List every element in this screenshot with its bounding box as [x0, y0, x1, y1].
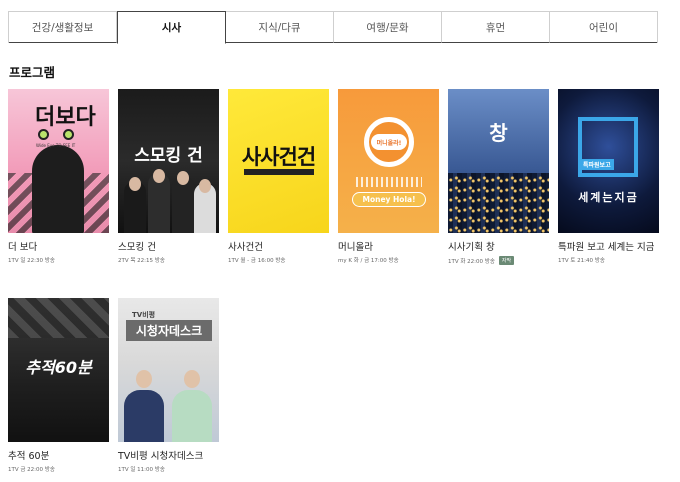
poster-subtitle: TV비평 [132, 311, 156, 319]
program-schedule: 2TV 목 22:15 방송 [118, 258, 165, 264]
program-schedule: 1TV 일 22:30 방송 [8, 258, 55, 264]
program-poster[interactable]: 창 [448, 89, 549, 233]
program-poster[interactable]: 머니올라! Money Hola! [338, 89, 439, 233]
poster-decoration [8, 298, 109, 338]
program-poster[interactable]: 사사건건 [228, 89, 329, 233]
program-card-smoking-gun[interactable]: 스모킹 건 스모킹 건 2TV 목 22:15 방송 [118, 89, 219, 264]
poster-face [129, 177, 141, 191]
eye-icon [38, 129, 49, 140]
program-title[interactable]: 시사기획 창 [448, 239, 549, 253]
program-card-chujeok-60[interactable]: 추적60분 추적 60분 1TV 금 22:00 방송 [8, 298, 109, 473]
tab-travel-culture[interactable]: 여행/문화 [334, 12, 442, 43]
program-title[interactable]: TV비평 시청자데스크 [118, 448, 219, 462]
program-poster[interactable]: 스모킹 건 [118, 89, 219, 233]
program-poster[interactable]: 특파원보고 세계는지금 [558, 89, 659, 233]
poster-face [177, 171, 189, 185]
poster-subtitle: Money Hola! [352, 192, 426, 207]
poster-logo-text: 머니올라! [371, 134, 407, 150]
program-poster[interactable]: 추적60분 [8, 298, 109, 442]
poster-person [124, 390, 164, 442]
tab-knowledge-docu[interactable]: 지식/다큐 [226, 12, 334, 43]
program-card-sasagungun[interactable]: 사사건건 사사건건 1TV 월 - 금 16:00 방송 [228, 89, 329, 264]
tab-kids[interactable]: 어린이 [550, 12, 657, 43]
category-tabs: 건강/생활정보 시사 지식/다큐 여행/문화 휴먼 어린이 [8, 11, 658, 44]
program-schedule: 1TV 월 - 금 16:00 방송 [228, 258, 286, 264]
poster-soundwave [356, 177, 422, 187]
poster-face [136, 370, 152, 388]
tab-health-life[interactable]: 건강/생활정보 [9, 12, 117, 43]
program-title[interactable]: 특파원 보고 세계는 지금 [558, 239, 659, 253]
program-title[interactable]: 머니올라 [338, 239, 439, 253]
program-poster[interactable]: TV비평 시청자데스크 [118, 298, 219, 442]
poster-subtitle: 특파원보고 [580, 159, 614, 170]
tab-human[interactable]: 휴먼 [442, 12, 550, 43]
poster-decoration [244, 169, 314, 175]
program-schedule: my K 화 / 금 17:00 방송 [338, 258, 399, 264]
poster-logo-text: 시청자데스크 [126, 320, 212, 341]
poster-face [199, 179, 211, 193]
poster-lights [448, 173, 549, 233]
program-title[interactable]: 사사건건 [228, 239, 329, 253]
poster-logo-text: 창 [489, 121, 508, 145]
poster-face [153, 169, 165, 183]
program-schedule: 1TV 일 11:00 방송 [118, 467, 165, 473]
poster-logo-text: 세계는지금 [578, 191, 639, 204]
program-title[interactable]: 추적 60분 [8, 448, 109, 462]
poster-logo-text: 사사건건 [241, 145, 316, 169]
section-title: 프로그램 [9, 65, 56, 80]
poster-person [172, 390, 212, 442]
program-poster[interactable]: 더보다 Wide Eye TO SEE IT [8, 89, 109, 233]
poster-face [184, 370, 200, 388]
subtitle-badge: 자막 [498, 256, 515, 265]
poster-silhouette [32, 145, 84, 233]
program-card-sisa-chang[interactable]: 창 시사기획 창 1TV 화 22:00 방송 자막 [448, 89, 549, 265]
tab-current-affairs[interactable]: 시사 [117, 11, 226, 44]
program-schedule: 1TV 토 21:40 방송 [558, 258, 605, 264]
program-card-money-hola[interactable]: 머니올라! Money Hola! 머니올라 my K 화 / 금 17:00 … [338, 89, 439, 264]
program-title[interactable]: 더 보다 [8, 239, 109, 253]
program-card-world-now[interactable]: 특파원보고 세계는지금 특파원 보고 세계는 지금 1TV 토 21:40 방송 [558, 89, 659, 264]
poster-logo-text: 추적60분 [25, 358, 92, 377]
poster-subtitle: Wide Eye TO SEE IT [36, 143, 76, 148]
program-schedule: 1TV 화 22:00 방송 자막 [448, 256, 549, 265]
poster-logo-text: 스모킹 건 [134, 146, 203, 166]
program-schedule: 1TV 금 22:00 방송 [8, 467, 55, 473]
poster-logo-text: 더보다 [35, 105, 96, 130]
program-card-viewers-desk[interactable]: TV비평 시청자데스크 TV비평 시청자데스크 1TV 일 11:00 방송 [118, 298, 219, 473]
program-card-deoboda[interactable]: 더보다 Wide Eye TO SEE IT 더 보다 1TV 일 22:30 … [8, 89, 109, 264]
eye-icon [63, 129, 74, 140]
program-title[interactable]: 스모킹 건 [118, 239, 219, 253]
